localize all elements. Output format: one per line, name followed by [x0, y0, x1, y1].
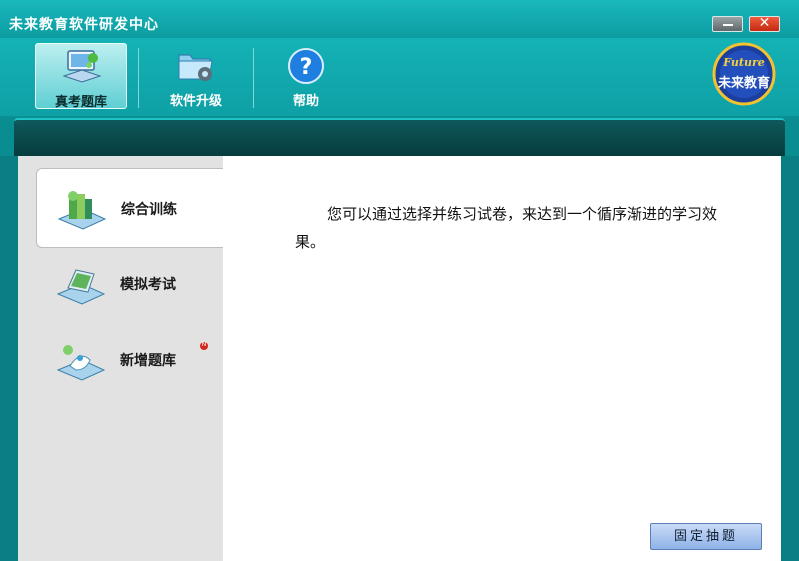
window-title: 未来教育软件研发中心: [9, 17, 159, 33]
close-icon: ✕: [758, 15, 771, 31]
sidebar-item-label: 模拟考试: [120, 277, 176, 293]
fixed-question-button[interactable]: 固定抽题: [650, 523, 762, 550]
toolbar-divider: [138, 48, 139, 108]
tool-label: 真考题库: [54, 95, 107, 110]
frame-right: [781, 156, 799, 561]
sidebar-item-new-question-bank[interactable]: 新增题库 N: [36, 320, 224, 400]
minimize-button[interactable]: [712, 16, 743, 32]
new-questionbank-icon: [56, 345, 106, 381]
toolbar: 真考题库 软件升级 ? 帮助 Future 未来教育: [0, 38, 799, 116]
toolbar-divider: [253, 48, 254, 108]
help-question-icon: ?: [288, 48, 324, 84]
tool-label: 软件升级: [169, 94, 222, 109]
laptop-exam-icon: [56, 269, 106, 305]
folder-gear-icon: [178, 54, 213, 81]
future-education-logo: Future 未来教育: [712, 42, 776, 106]
close-button[interactable]: ✕: [749, 15, 780, 32]
logo-text-future: Future: [723, 56, 765, 69]
tool-real-question-bank[interactable]: 真考题库: [35, 43, 127, 110]
sidebar-item-label: 新增题库: [120, 353, 176, 369]
sidebar-item-label: 综合训练: [121, 202, 177, 218]
sidebar-item-mock-exam[interactable]: 模拟考试: [36, 244, 224, 324]
tool-label: 帮助: [292, 94, 319, 109]
app-window: 未来教育软件研发中心 ✕ 真考题库 软件升级 ? 帮助 Future 未来教育 …: [0, 0, 799, 561]
new-badge: N: [200, 341, 208, 350]
logo-text-name: 未来教育: [717, 76, 770, 91]
tool-software-upgrade[interactable]: 软件升级: [150, 43, 242, 109]
new-badge-text: N: [201, 341, 207, 348]
title-bar[interactable]: 未来教育软件研发中心 ✕: [0, 0, 799, 38]
computer-questionbank-icon: [62, 50, 102, 83]
description-text: 您可以通过选择并练习试卷，来达到一个循序渐进的学习效果。: [295, 205, 718, 251]
svg-text:?: ?: [300, 55, 313, 80]
frame-left: [0, 156, 18, 561]
main-content: 您可以通过选择并练习试卷，来达到一个循序渐进的学习效果。 固定抽题: [223, 156, 781, 561]
sidebar: 综合训练 模拟考试 新增题库 N: [18, 156, 242, 561]
header-band: [14, 118, 785, 156]
tool-help[interactable]: ? 帮助: [260, 43, 352, 109]
books-training-icon: [57, 191, 107, 230]
sidebar-item-comprehensive-training[interactable]: 综合训练: [36, 168, 242, 248]
